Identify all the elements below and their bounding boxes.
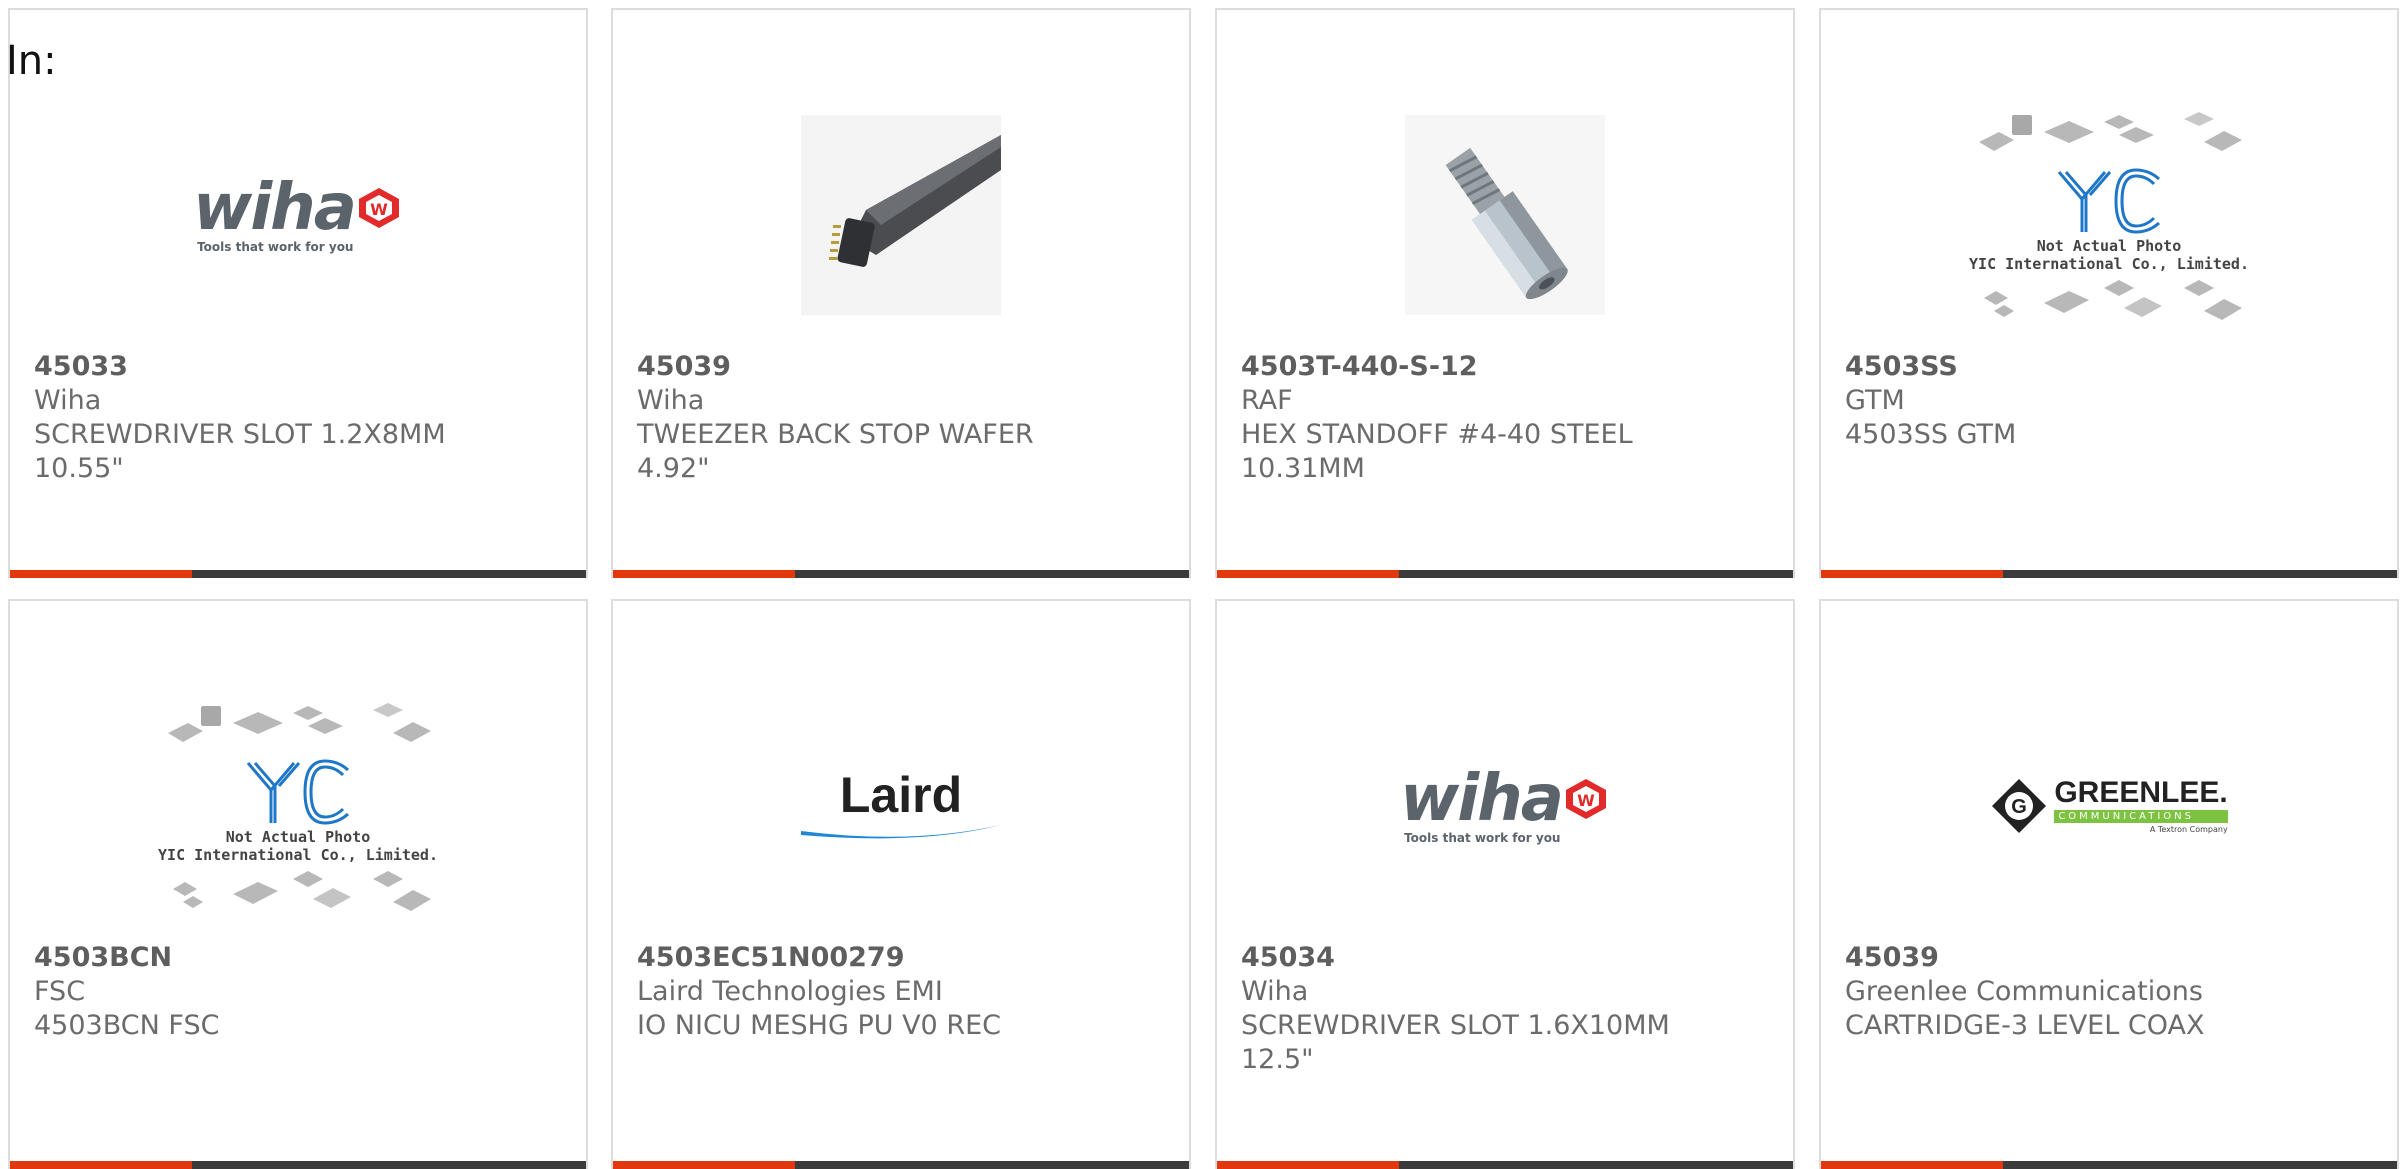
greenlee-g-icon: G (1992, 779, 2047, 833)
length: 10.31MM (1241, 453, 1365, 484)
card-footer-bar (10, 570, 586, 578)
card-footer-bar (613, 1161, 1189, 1169)
description: SCREWDRIVER SLOT 1.2X8MM (34, 419, 446, 450)
yic-logo-icon (246, 759, 350, 825)
product-image: wiha W Tools that work for you (1217, 671, 1793, 941)
laird-swoosh-icon (801, 825, 1001, 839)
product-info: 4503EC51N00279 Laird Technologies EMI IO… (637, 941, 1179, 1043)
greenlee-logo-tag: A Textron Company (2149, 825, 2228, 834)
chip-packages-icon (1984, 280, 2242, 320)
manufacturer: Greenlee Communications (1845, 976, 2203, 1007)
part-number[interactable]: 45039 (1845, 941, 2387, 975)
manufacturer: RAF (1241, 385, 1293, 416)
product-card[interactable]: Not Actual Photo YIC International Co., … (8, 599, 588, 1169)
laird-logo-word: Laird (839, 767, 963, 823)
description: TWEEZER BACK STOP WAFER (637, 419, 1034, 450)
description: SCREWDRIVER SLOT 1.6X10MM (1241, 1010, 1670, 1041)
wiha-emblem-icon: W (1565, 779, 1606, 819)
product-info: 4503BCN FSC 4503BCN FSC (34, 941, 576, 1043)
product-info: 45034 Wiha SCREWDRIVER SLOT 1.6X10MM 12.… (1241, 941, 1783, 1077)
description: 4503SS GTM (1845, 419, 2017, 450)
chip-packages-icon (168, 703, 431, 742)
wiha-logo-word: wiha (193, 171, 357, 245)
svg-text:W: W (370, 200, 388, 219)
in-label: In: (6, 38, 57, 84)
product-info: 4503SS GTM 4503SS GTM (1845, 350, 2387, 452)
description: CARTRIDGE-3 LEVEL COAX (1845, 1010, 2205, 1041)
svg-text:G: G (2012, 796, 2028, 818)
product-info: 45039 Greenlee Communications CARTRIDGE-… (1845, 941, 2387, 1043)
part-number[interactable]: 4503BCN (34, 941, 576, 975)
product-info: 45039 Wiha TWEEZER BACK STOP WAFER 4.92" (637, 350, 1179, 486)
product-image (1217, 80, 1793, 350)
wiha-emblem-icon: W (358, 188, 399, 228)
wiha-logo: wiha W Tools that work for you (1400, 767, 1610, 845)
product-card[interactable]: Laird 4503EC51N00279 Laird Technologies … (611, 599, 1191, 1169)
chip-packages-icon (1979, 112, 2242, 151)
product-card[interactable]: G GREENLEE. COMMUNICATIONS A Textron Com… (1819, 599, 2399, 1169)
yic-note-line-1: Not Actual Photo (225, 828, 371, 846)
yic-note-line-2: YIC International Co., Limited. (158, 846, 438, 864)
product-image: G GREENLEE. COMMUNICATIONS A Textron Com… (1821, 671, 2397, 941)
greenlee-logo-word: GREENLEE. (2054, 776, 2228, 809)
length: 10.55" (34, 453, 124, 484)
manufacturer: Wiha (637, 385, 705, 416)
product-image: Not Actual Photo YIC International Co., … (10, 671, 586, 941)
greenlee-logo-sub: COMMUNICATIONS (2054, 810, 2228, 823)
part-number[interactable]: 4503EC51N00279 (637, 941, 1179, 975)
part-number[interactable]: 45034 (1241, 941, 1783, 975)
wiha-tagline: Tools that work for you (197, 240, 354, 254)
card-footer-bar (10, 1161, 586, 1169)
part-number[interactable]: 4503SS (1845, 350, 2387, 384)
product-card[interactable]: wiha W Tools that work for you 45034 Wih… (1215, 599, 1795, 1169)
card-footer-bar (1821, 1161, 2397, 1169)
manufacturer: Laird Technologies EMI (637, 976, 943, 1007)
length: 4.92" (637, 453, 710, 484)
manufacturer: GTM (1845, 385, 1905, 416)
yic-note-line-1: Not Actual Photo (2036, 237, 2182, 255)
card-footer-bar (613, 570, 1189, 578)
product-info: 45033 Wiha SCREWDRIVER SLOT 1.2X8MM 10.5… (34, 350, 576, 486)
wiha-tagline: Tools that work for you (1404, 831, 1561, 845)
yic-placeholder-image: Not Actual Photo YIC International Co., … (1969, 107, 2249, 323)
product-info: 4503T-440-S-12 RAF HEX STANDOFF #4-40 ST… (1241, 350, 1783, 486)
yic-logo-icon (2057, 168, 2161, 234)
product-card[interactable]: wiha W Tools that work for you 45033 Wih… (8, 8, 588, 578)
wiha-logo: wiha W Tools that work for you (193, 176, 403, 254)
description: IO NICU MESHG PU V0 REC (637, 1010, 1001, 1041)
product-image: Laird (613, 671, 1189, 941)
part-number[interactable]: 45039 (637, 350, 1179, 384)
description: 4503BCN FSC (34, 1010, 220, 1041)
part-number[interactable]: 4503T-440-S-12 (1241, 350, 1783, 384)
length: 12.5" (1241, 1044, 1314, 1075)
tweezer-photo (801, 115, 1001, 315)
card-footer-bar (1217, 1161, 1793, 1169)
product-grid: wiha W Tools that work for you 45033 Wih… (0, 0, 2400, 1169)
svg-text:W: W (1577, 791, 1595, 810)
product-image: wiha W Tools that work for you (10, 80, 586, 350)
yic-note-line-2: YIC International Co., Limited. (1969, 255, 2249, 273)
product-card[interactable]: Not Actual Photo YIC International Co., … (1819, 8, 2399, 578)
product-card[interactable]: 45039 Wiha TWEEZER BACK STOP WAFER 4.92" (611, 8, 1191, 578)
product-image: Not Actual Photo YIC International Co., … (1821, 80, 2397, 350)
part-number[interactable]: 45033 (34, 350, 576, 384)
card-footer-bar (1821, 570, 2397, 578)
product-card[interactable]: 4503T-440-S-12 RAF HEX STANDOFF #4-40 ST… (1215, 8, 1795, 578)
greenlee-logo: G GREENLEE. COMMUNICATIONS A Textron Com… (1990, 776, 2228, 835)
manufacturer: Wiha (1241, 976, 1309, 1007)
hex-standoff-photo (1405, 115, 1605, 315)
laird-logo: Laird (801, 769, 1001, 843)
wiha-logo-word: wiha (1400, 762, 1564, 836)
chip-packages-icon (173, 871, 431, 911)
manufacturer: FSC (34, 976, 86, 1007)
yic-placeholder-image: Not Actual Photo YIC International Co., … (158, 698, 438, 914)
description: HEX STANDOFF #4-40 STEEL (1241, 419, 1633, 450)
card-footer-bar (1217, 570, 1793, 578)
product-image (613, 80, 1189, 350)
manufacturer: Wiha (34, 385, 102, 416)
